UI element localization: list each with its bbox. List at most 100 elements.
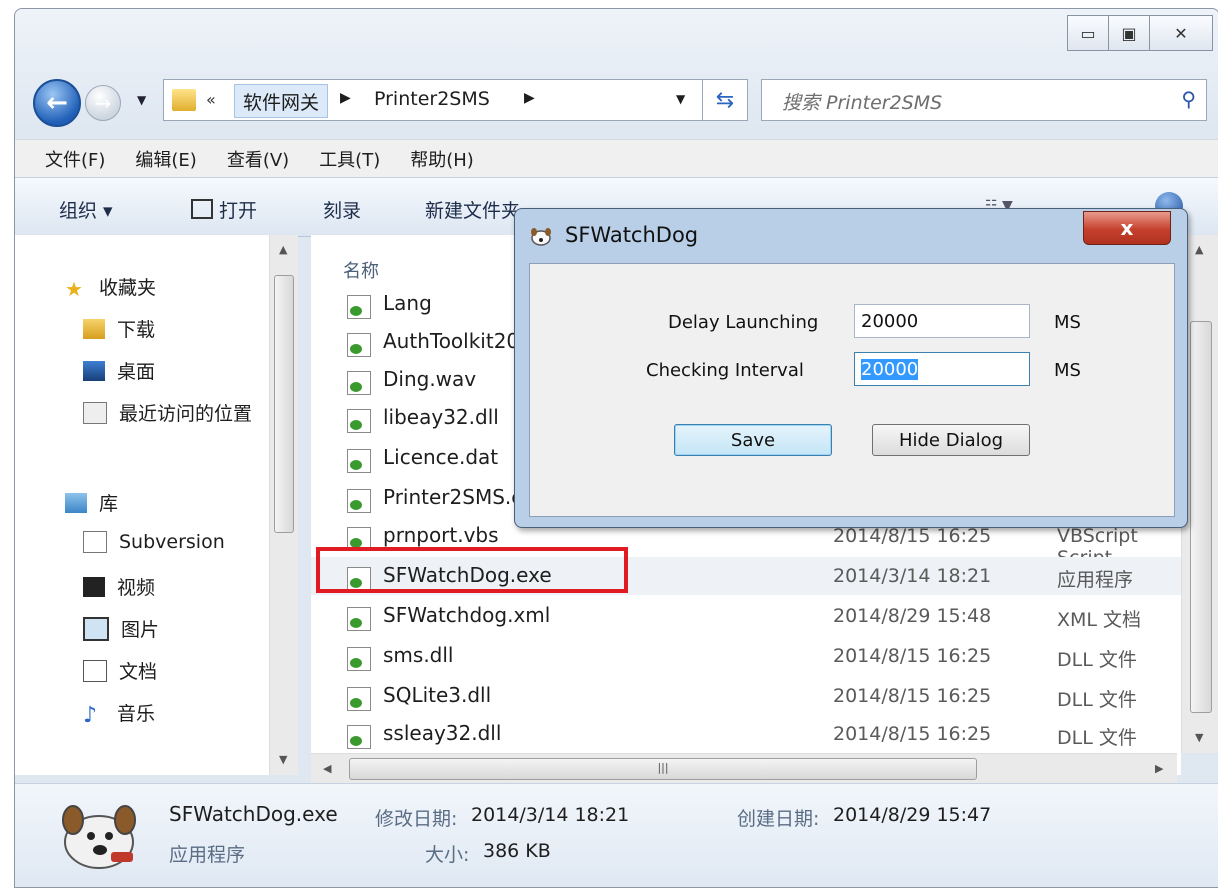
- minimize-button[interactable]: ▭: [1067, 15, 1109, 51]
- scroll-down-icon[interactable]: ▼: [279, 753, 287, 766]
- back-button[interactable]: ←: [33, 79, 81, 127]
- file-icon: [347, 371, 371, 395]
- breadcrumb-separator-icon[interactable]: ▶: [524, 90, 535, 106]
- file-icon: [347, 725, 371, 749]
- nav-label: Subversion: [119, 531, 225, 553]
- maximize-button[interactable]: ▣: [1109, 15, 1150, 51]
- breadcrumb-overflow[interactable]: «: [206, 90, 216, 109]
- file-name: libeay32.dll: [383, 405, 499, 429]
- file-type: DLL 文件: [1057, 727, 1137, 749]
- nav-libraries[interactable]: 库: [65, 489, 118, 516]
- forward-button[interactable]: →: [85, 85, 121, 121]
- file-row[interactable]: SFWatchdog.xml 2014/8/29 15:48 XML 文档: [311, 597, 1181, 635]
- caption-buttons: ▭ ▣ ✕: [1067, 15, 1213, 51]
- menu-view[interactable]: 查看(V): [227, 146, 289, 172]
- dog-app-icon: [531, 228, 551, 246]
- breadcrumb-item[interactable]: 软件网关: [234, 84, 329, 118]
- dialog-close-button[interactable]: x: [1083, 211, 1171, 245]
- nav-label: 文档: [119, 661, 158, 683]
- sfwatchdog-dialog: SFWatchDog x Delay Launching 20000 MS Ch…: [514, 208, 1188, 528]
- refresh-button[interactable]: ⇆: [702, 80, 747, 120]
- menu-help[interactable]: 帮助(H): [410, 146, 474, 172]
- nav-scroll-thumb[interactable]: [274, 275, 294, 533]
- menu-tools[interactable]: 工具(T): [319, 146, 380, 172]
- nav-documents[interactable]: 文档: [83, 657, 157, 684]
- checking-interval-value: 20000: [861, 359, 919, 380]
- scroll-down-icon[interactable]: ▼: [1195, 731, 1203, 744]
- file-name: prnport.vbs: [383, 523, 499, 547]
- menu-edit[interactable]: 编辑(E): [135, 146, 196, 172]
- nav-label: 图片: [121, 619, 160, 641]
- file-date: 2014/8/15 16:25: [833, 723, 992, 745]
- address-bar[interactable]: « 软件网关 ▶ Printer2SMS ▶ ▼ ⇆: [163, 79, 748, 121]
- file-name: sms.dll: [383, 643, 454, 667]
- interval-unit: MS: [1054, 360, 1081, 381]
- nav-desktop[interactable]: 桌面: [83, 357, 155, 384]
- file-scroll-thumb[interactable]: [1190, 321, 1212, 713]
- nav-label: 库: [99, 493, 119, 515]
- dog-app-icon: [62, 805, 136, 869]
- nav-label: 收藏夹: [99, 277, 157, 299]
- file-date: 2014/8/15 16:25: [833, 525, 992, 547]
- search-placeholder: 搜索 Printer2SMS: [782, 92, 943, 114]
- nav-scrollbar[interactable]: ▲ ▼: [269, 235, 298, 775]
- details-created-label: 创建日期:: [737, 808, 820, 830]
- scroll-left-icon[interactable]: ◀: [323, 762, 331, 775]
- nav-pictures[interactable]: 图片: [83, 615, 159, 642]
- details-created-value: 2014/8/29 15:47: [833, 804, 992, 826]
- breadcrumb-item[interactable]: Printer2SMS: [374, 88, 490, 110]
- breadcrumb-separator-icon[interactable]: ▶: [340, 90, 351, 106]
- hide-dialog-button[interactable]: Hide Dialog: [872, 424, 1030, 456]
- file-date: 2014/8/15 16:25: [833, 645, 992, 667]
- file-icon: [347, 489, 371, 513]
- nav-label: 视频: [117, 577, 156, 599]
- file-icon: [347, 449, 371, 473]
- nav-downloads[interactable]: 下载: [83, 315, 155, 342]
- refresh-icon: ⇆: [715, 87, 735, 113]
- details-pane: SFWatchDog.exe 修改日期: 2014/3/14 18:21 创建日…: [15, 783, 1218, 887]
- column-header-name[interactable]: 名称: [343, 257, 379, 283]
- new-folder-button[interactable]: 新建文件夹: [425, 196, 520, 223]
- organize-button[interactable]: 组织 ▾: [59, 196, 113, 223]
- save-button[interactable]: Save: [674, 424, 832, 456]
- library-icon: [65, 492, 87, 513]
- file-row[interactable]: SQLite3.dll 2014/8/15 16:25 DLL 文件: [311, 677, 1181, 715]
- open-label: 打开: [219, 200, 258, 222]
- file-icon: [347, 647, 371, 671]
- nav-label: 桌面: [117, 361, 156, 383]
- document-library-icon: [83, 531, 107, 553]
- delay-launching-input[interactable]: 20000: [854, 304, 1030, 338]
- nav-music[interactable]: ♪ 音乐: [83, 699, 155, 728]
- history-dropdown-icon[interactable]: ▼: [137, 93, 146, 107]
- burn-button[interactable]: 刻录: [323, 196, 361, 223]
- picture-icon: [83, 616, 109, 641]
- nav-subversion[interactable]: Subversion: [83, 531, 225, 553]
- delay-launching-value: 20000: [861, 311, 919, 332]
- desktop-icon: [83, 360, 105, 381]
- close-window-button[interactable]: ✕: [1150, 15, 1213, 51]
- scroll-up-icon[interactable]: ▲: [279, 243, 287, 256]
- search-icon[interactable]: ⚲: [1181, 87, 1196, 111]
- nav-recent[interactable]: 最近访问的位置: [83, 399, 269, 426]
- dialog-title: SFWatchDog: [565, 223, 699, 247]
- details-modified-label: 修改日期:: [375, 808, 458, 830]
- search-box[interactable]: 搜索 Printer2SMS ⚲: [761, 79, 1207, 121]
- menu-file[interactable]: 文件(F): [45, 146, 105, 172]
- file-list-horizontal-scrollbar[interactable]: ◀ ||| ▶: [311, 753, 1177, 784]
- file-icon: [347, 409, 371, 433]
- file-row[interactable]: sms.dll 2014/8/15 16:25 DLL 文件: [311, 637, 1181, 675]
- nav-videos[interactable]: 视频: [83, 573, 155, 600]
- highlight-box: [316, 547, 628, 593]
- file-type: DLL 文件: [1057, 649, 1137, 671]
- open-button[interactable]: 打开: [191, 196, 257, 223]
- nav-favorites[interactable]: ★ 收藏夹: [65, 273, 157, 301]
- file-date: 2014/3/14 18:21: [833, 565, 992, 587]
- file-row[interactable]: ssleay32.dll 2014/8/15 16:25 DLL 文件: [311, 715, 1181, 753]
- details-size-label: 大小:: [425, 844, 470, 866]
- checking-interval-input[interactable]: 20000: [854, 352, 1030, 386]
- scroll-right-icon[interactable]: ▶: [1155, 762, 1163, 775]
- file-type: DLL 文件: [1057, 689, 1137, 711]
- horizontal-scroll-thumb[interactable]: |||: [349, 758, 977, 780]
- address-dropdown-icon[interactable]: ▼: [676, 92, 685, 106]
- scroll-up-icon[interactable]: ▲: [1195, 243, 1203, 256]
